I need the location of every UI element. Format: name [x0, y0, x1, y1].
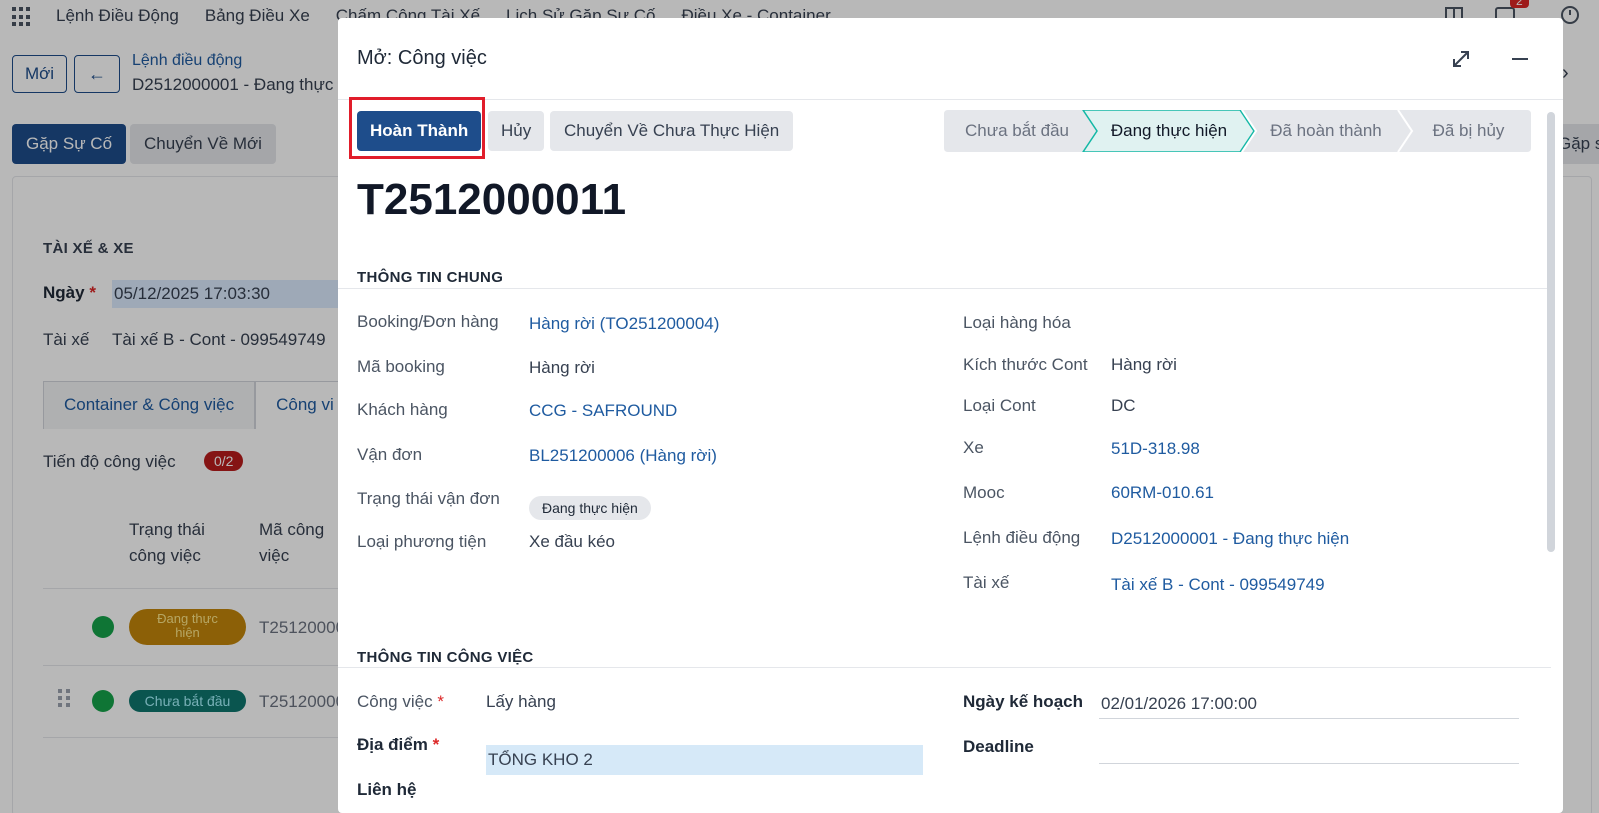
customer-link[interactable]: CCG - SAFROUND	[529, 401, 677, 421]
cancel-button[interactable]: Hủy	[488, 111, 545, 151]
driver-link[interactable]: Tài xế B - Cont - 099549749	[1111, 575, 1325, 595]
trailer-link[interactable]: 60RM-010.61	[1111, 483, 1214, 503]
highlight-box	[349, 97, 485, 159]
section-divider	[338, 288, 1551, 289]
job-dialog: Mở: Công việc Hoàn Thành Hủy Chuyển Về C…	[338, 18, 1563, 813]
booking-label: Booking/Đơn hàng	[357, 312, 499, 331]
container-size-label: Kích thước Cont	[963, 355, 1088, 374]
booking-code-label: Mã booking	[357, 357, 445, 376]
minimize-icon[interactable]	[1512, 58, 1528, 60]
location-field[interactable]: TỔNG KHO 2	[486, 745, 923, 775]
customer-label: Khách hàng	[357, 400, 448, 419]
plan-date-label: Ngày kế hoạch	[963, 692, 1083, 711]
dispatch-order-link[interactable]: D2512000001 - Đang thực hiện	[1111, 529, 1349, 549]
booking-link[interactable]: Hàng rời (TO251200004)	[529, 314, 719, 334]
container-size-value: Hàng rời	[1111, 355, 1177, 374]
cargo-type-label: Loại hàng hóa	[963, 313, 1071, 332]
truck-link[interactable]: 51D-318.98	[1111, 439, 1200, 459]
vehicle-type-value: Xe đầu kéo	[529, 532, 616, 551]
plan-date-field[interactable]: 02/01/2026 17:00:00	[1101, 694, 1257, 714]
container-type-value: DC	[1111, 396, 1136, 415]
bol-status-badge: Đang thực hiện	[529, 496, 651, 520]
truck-label: Xe	[963, 438, 984, 457]
status-not-started[interactable]: Chưa bắt đầu	[944, 110, 1090, 152]
deadline-underline	[1099, 763, 1519, 764]
vehicle-type-label: Loại phương tiện	[357, 532, 487, 551]
deadline-label: Deadline	[963, 737, 1034, 756]
status-bar: Chưa bắt đầu Đang thực hiện Đã hoàn thàn…	[944, 110, 1531, 152]
section-job-info: THÔNG TIN CÔNG VIỆC	[357, 649, 534, 666]
expand-icon[interactable]	[1450, 48, 1472, 70]
bill-of-lading-label: Vận đơn	[357, 445, 423, 464]
status-cancelled[interactable]: Đã bị hủy	[1406, 110, 1531, 152]
location-label: Địa điểm *	[357, 735, 440, 754]
status-completed[interactable]: Đã hoàn thành	[1249, 110, 1403, 152]
dialog-title: Mở: Công việc	[357, 47, 487, 69]
header-divider	[338, 99, 1563, 100]
job-label: Công việc *	[357, 692, 444, 711]
record-name: T2512000011	[357, 175, 627, 224]
driver-label: Tài xế	[963, 573, 1010, 592]
contact-label: Liên hệ	[357, 780, 417, 799]
booking-code-value: Hàng rời	[529, 358, 595, 377]
dialog-scrollbar[interactable]	[1547, 112, 1555, 552]
plan-date-underline	[1099, 718, 1519, 719]
trailer-label: Mooc	[963, 483, 1005, 502]
dispatch-order-label: Lệnh điều động	[963, 528, 1081, 547]
revert-to-not-started-button[interactable]: Chuyển Về Chưa Thực Hiện	[550, 111, 794, 151]
bol-status-label: Trạng thái vận đơn	[357, 489, 500, 508]
status-in-progress[interactable]: Đang thực hiện	[1090, 110, 1248, 152]
section-general-info: THÔNG TIN CHUNG	[357, 269, 504, 286]
job-field[interactable]: Lấy hàng	[486, 692, 556, 712]
section-divider	[338, 667, 1551, 668]
bill-of-lading-link[interactable]: BL251200006 (Hàng rời)	[529, 446, 717, 466]
container-type-label: Loại Cont	[963, 396, 1036, 415]
